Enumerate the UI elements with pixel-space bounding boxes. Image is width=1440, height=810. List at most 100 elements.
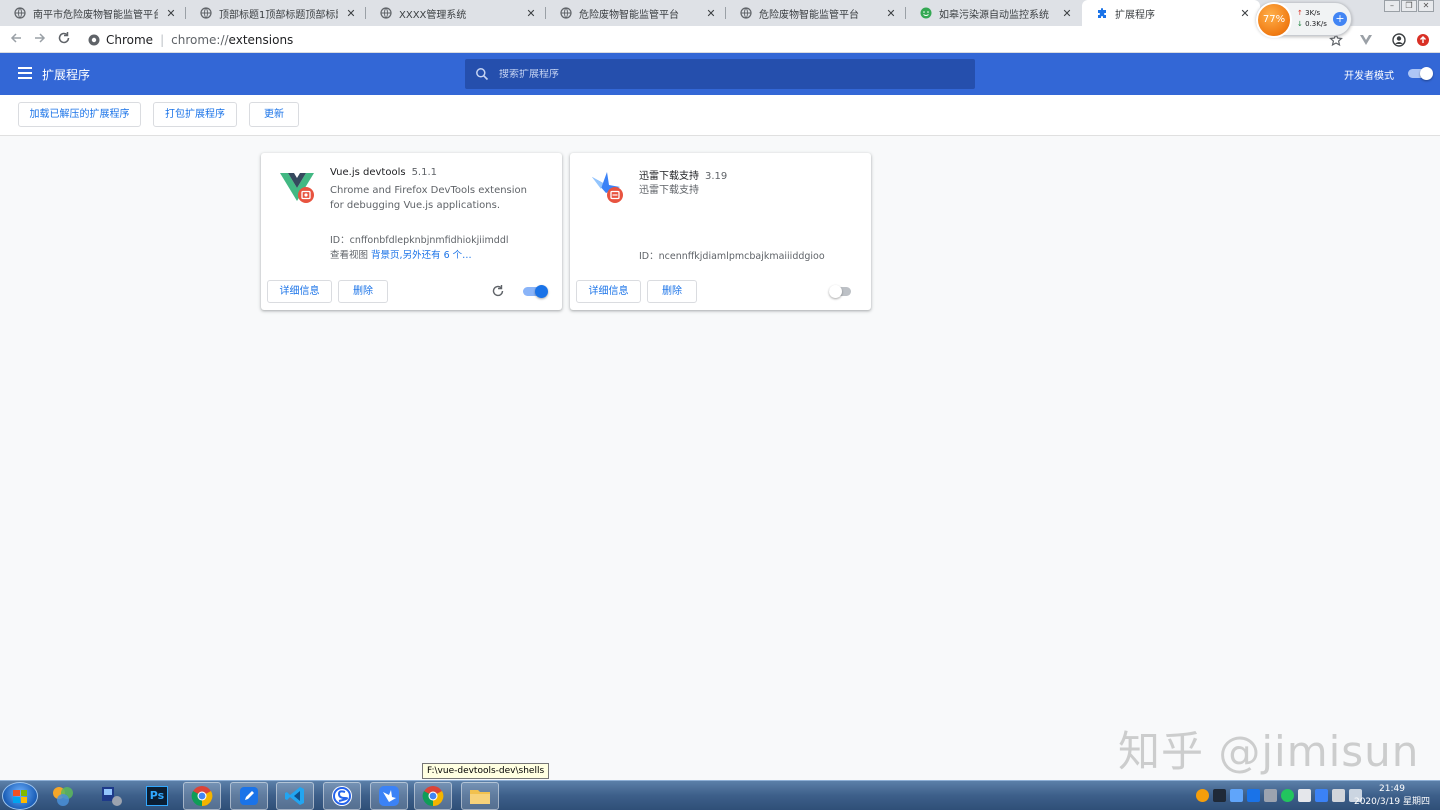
hamburger-menu-icon[interactable] — [18, 67, 32, 79]
tab-close-icon[interactable]: ✕ — [1060, 7, 1074, 20]
taskbar-app-notes[interactable] — [230, 782, 268, 810]
globe-icon — [200, 7, 212, 19]
details-button[interactable]: 详细信息 — [576, 280, 641, 303]
address-bar: Chrome | chrome://extensions — [0, 26, 1440, 53]
xunlei-bird-icon — [588, 169, 624, 205]
tray-weather-icon[interactable] — [1196, 789, 1209, 802]
tab-title: 南平市危险废物智能监管平台 — [33, 9, 158, 21]
developer-mode-toggle[interactable] — [1408, 67, 1434, 80]
smiley-icon — [920, 7, 932, 19]
reload-extension-icon[interactable] — [491, 284, 505, 298]
extension-id: ID：cnffonbfdlepknbjnmfidhiokjiimddl — [330, 235, 509, 246]
extension-enable-toggle[interactable] — [523, 285, 549, 298]
windows-taskbar: Ps 21:49 2020/3/19 星期四 — [0, 780, 1440, 810]
tab-title: 危险废物智能监管平台 — [579, 9, 679, 21]
tab-nanping-platform[interactable]: 南平市危险废物智能监管平台 ✕ — [0, 0, 186, 26]
extension-card-xunlei: 迅雷下载支持 3.19 迅雷下载支持 ID：ncennffkjdiamlpmcba… — [570, 153, 871, 310]
network-speed-widget[interactable]: 77% ↑ 3K/s ↓ 0.3K/s + — [1256, 2, 1352, 38]
tab-hazardous-waste-2[interactable]: 危险废物智能监管平台 ✕ — [726, 0, 906, 26]
account-icon[interactable] — [1390, 31, 1408, 49]
chrome-page-icon — [88, 34, 100, 46]
taskbar-app-chrome-1[interactable] — [183, 782, 221, 810]
extension-id: ID：ncennffkjdiamlpmcbajkmaiiiddgioo — [639, 251, 825, 262]
url-host: chrome:// — [171, 33, 229, 47]
tray-bird-icon[interactable] — [1315, 789, 1328, 802]
xunlei-icon — [379, 786, 399, 806]
update-menu-icon[interactable] — [1414, 31, 1432, 49]
tray-security-icon[interactable] — [1281, 789, 1294, 802]
minimize-button[interactable]: – — [1384, 0, 1400, 12]
remove-button[interactable]: 删除 — [647, 280, 697, 303]
tab-hazardous-waste-1[interactable]: 危险废物智能监管平台 ✕ — [546, 0, 726, 26]
zhihu-watermark: 知乎 @jimisun — [1118, 727, 1420, 776]
developer-mode-label: 开发者模式 — [1344, 71, 1394, 82]
taskbar-app-chrome-2[interactable] — [414, 782, 452, 810]
tab-close-icon[interactable]: ✕ — [1238, 7, 1252, 20]
window-close-button[interactable]: ✕ — [1418, 0, 1434, 12]
clock-date: 2020/3/19 星期四 — [1353, 797, 1430, 807]
back-button[interactable] — [7, 31, 25, 49]
tab-title: XXXX管理系统 — [399, 9, 467, 21]
reload-button[interactable] — [55, 31, 73, 49]
taskbar-app-explorer[interactable] — [461, 782, 499, 810]
speed-percent-ball: 77% — [1256, 2, 1292, 38]
taskbar-app-network[interactable] — [92, 782, 130, 810]
omnibox-divider: | — [160, 33, 165, 47]
remove-button[interactable]: 删除 — [338, 280, 388, 303]
pack-extension-button[interactable]: 打包扩展程序 — [153, 102, 237, 127]
background-page-link[interactable]: 背景页,另外还有 6 个… — [371, 250, 472, 261]
forward-arrow-icon — [35, 33, 46, 43]
tab-close-icon[interactable]: ✕ — [164, 7, 178, 20]
network-app-icon — [102, 787, 122, 806]
upload-arrow-icon: ↑ — [1297, 9, 1303, 17]
tray-flag-icon[interactable] — [1298, 789, 1311, 802]
tab-title: 扩展程序 — [1115, 9, 1155, 21]
chrome-scheme-label: Chrome — [106, 33, 154, 47]
tab-close-icon[interactable]: ✕ — [344, 7, 358, 20]
tab-top-title[interactable]: 顶部标题1顶部标题顶部标题顶部 ✕ — [186, 0, 366, 26]
extension-version: 5.1.1 — [411, 167, 438, 178]
extension-name: Vue.js devtools 5.1.1 — [330, 167, 438, 178]
speed-rates: ↑ 3K/s ↓ 0.3K/s — [1297, 8, 1327, 30]
taskbar-app-xunlei[interactable] — [370, 782, 408, 810]
url-path: extensions — [228, 33, 294, 47]
speed-widget-plus-icon[interactable]: + — [1333, 12, 1347, 26]
search-input[interactable] — [499, 68, 959, 80]
extensions-toolbar: 加载已解压的扩展程序 打包扩展程序 更新 — [0, 95, 1440, 136]
tray-feather-icon[interactable] — [1230, 789, 1243, 802]
clock-time: 21:49 — [1379, 784, 1405, 794]
taskbar-app-vscode[interactable] — [276, 782, 314, 810]
tab-close-icon[interactable]: ✕ — [704, 7, 718, 20]
tab-close-icon[interactable]: ✕ — [524, 7, 538, 20]
tray-app-icon[interactable] — [1213, 789, 1226, 802]
taskbar-app-media[interactable] — [44, 782, 82, 810]
globe-icon — [14, 7, 26, 19]
puzzle-icon — [1096, 7, 1108, 19]
details-button[interactable]: 详细信息 — [267, 280, 332, 303]
extension-enable-toggle[interactable] — [829, 285, 855, 298]
taskbar-app-photoshop[interactable]: Ps — [138, 782, 176, 810]
vue-devtools-extension-icon[interactable] — [1357, 31, 1375, 49]
notes-pen-icon — [240, 787, 258, 805]
tab-close-icon[interactable]: ✕ — [884, 7, 898, 20]
start-button[interactable] — [2, 782, 38, 810]
restore-button[interactable]: ❐ — [1401, 0, 1417, 12]
search-box[interactable] — [465, 59, 975, 89]
taskbar-clock[interactable]: 21:49 2020/3/19 星期四 — [1354, 783, 1430, 809]
tab-xxxx-system[interactable]: XXXX管理系统 ✕ — [366, 0, 546, 26]
update-button[interactable]: 更新 — [249, 102, 299, 127]
tab-strip: 南平市危险废物智能监管平台 ✕ 顶部标题1顶部标题顶部标题顶部 ✕ XXXX管理… — [0, 0, 1440, 26]
tray-volume-icon[interactable] — [1332, 789, 1345, 802]
load-unpacked-button[interactable]: 加载已解压的扩展程序 — [18, 102, 141, 127]
tray-usb-icon[interactable] — [1264, 789, 1277, 802]
taskbar-app-sogou[interactable] — [323, 782, 361, 810]
search-icon — [476, 68, 489, 81]
tab-title: 如皋污染源自动监控系统 — [939, 9, 1049, 21]
omnibox[interactable]: Chrome | chrome://extensions — [84, 29, 1314, 51]
windows-flag-icon — [13, 790, 27, 803]
vscode-icon — [285, 787, 304, 805]
tray-pen-icon[interactable] — [1247, 789, 1260, 802]
tab-rugao-monitoring[interactable]: 如皋污染源自动监控系统 ✕ — [906, 0, 1082, 26]
forward-button[interactable] — [31, 31, 49, 49]
tab-extensions[interactable]: 扩展程序 ✕ — [1082, 0, 1260, 26]
